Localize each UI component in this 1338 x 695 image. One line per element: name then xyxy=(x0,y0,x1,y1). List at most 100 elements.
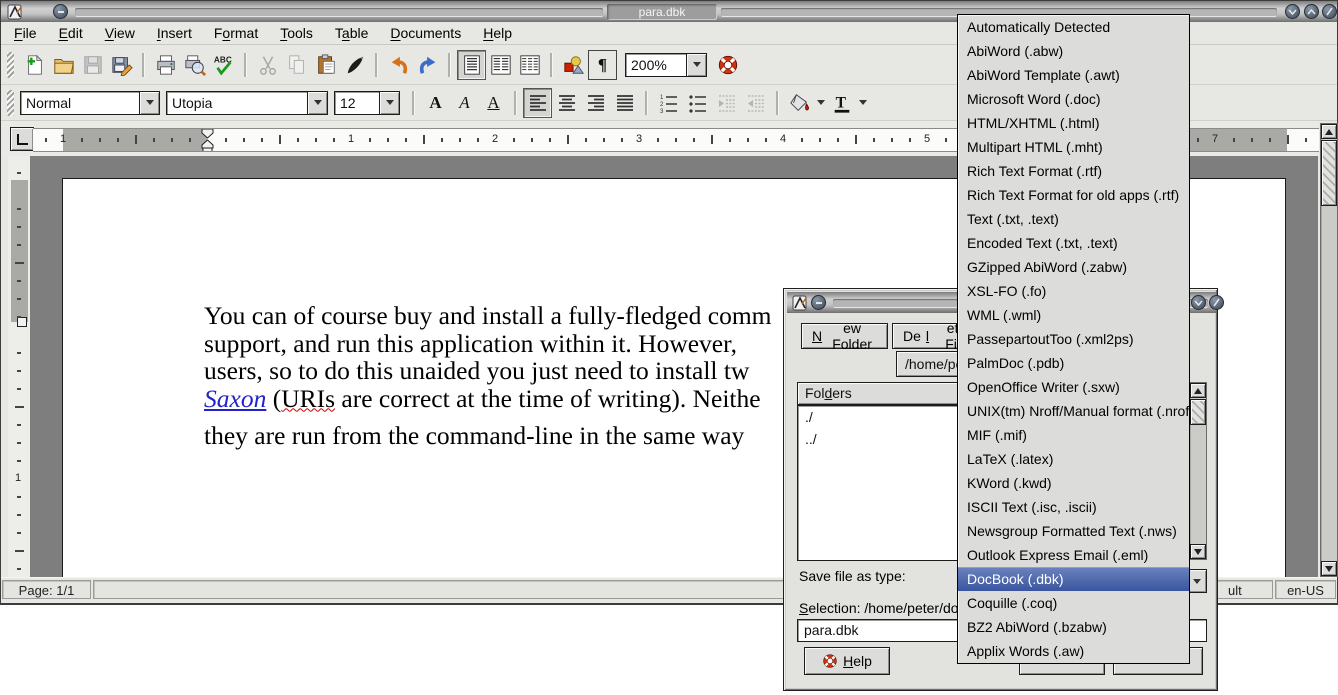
font-size-dropdown-button[interactable] xyxy=(380,91,400,115)
menu-tools[interactable]: Tools xyxy=(269,23,324,43)
format-option[interactable]: Rich Text Format for old apps (.rtf) xyxy=(958,183,1189,207)
format-option[interactable]: AbiWord Template (.awt) xyxy=(958,63,1189,87)
format-option[interactable]: Coquille (.coq) xyxy=(958,591,1189,615)
view-one-column-button[interactable] xyxy=(457,50,486,80)
numbered-list-button[interactable]: 123 xyxy=(654,88,683,118)
save-as-button[interactable] xyxy=(107,50,136,80)
font-dropdown-button[interactable] xyxy=(308,91,328,115)
format-option[interactable]: Text (.txt, .text) xyxy=(958,207,1189,231)
save-button[interactable] xyxy=(78,50,107,80)
format-option[interactable]: Applix Words (.aw) xyxy=(958,639,1189,663)
tab-stop-selector-button[interactable] xyxy=(10,127,34,151)
new-document-button[interactable] xyxy=(20,50,49,80)
format-option[interactable]: Encoded Text (.txt, .text) xyxy=(958,231,1189,255)
format-option[interactable]: Rich Text Format (.rtf) xyxy=(958,159,1189,183)
menu-format[interactable]: Format xyxy=(203,23,269,43)
paste-button[interactable] xyxy=(311,50,340,80)
bulleted-list-button[interactable] xyxy=(683,88,712,118)
format-option[interactable]: XSL-FO (.fo) xyxy=(958,279,1189,303)
zoom-value[interactable]: 200% xyxy=(625,53,687,77)
format-option[interactable]: WML (.wml) xyxy=(958,303,1189,327)
document-scrollbar[interactable] xyxy=(1320,123,1338,577)
scroll-down-button[interactable] xyxy=(1321,561,1337,576)
format-option[interactable]: MIF (.mif) xyxy=(958,423,1189,447)
bold-button[interactable]: A xyxy=(421,88,450,118)
pen-button[interactable] xyxy=(340,50,369,80)
format-option[interactable]: ISCII Text (.isc, .iscii) xyxy=(958,495,1189,519)
show-formatting-marks-button[interactable]: ¶ xyxy=(588,50,617,80)
format-option[interactable]: Newsgroup Formatted Text (.nws) xyxy=(958,519,1189,543)
style-combobox[interactable]: Normal xyxy=(20,91,160,115)
font-color-dropdown-button[interactable] xyxy=(856,90,869,116)
zoom-dropdown-button[interactable] xyxy=(687,53,707,77)
top-margin-marker[interactable] xyxy=(17,317,27,327)
format-option[interactable]: PalmDoc (.pdb) xyxy=(958,351,1189,375)
scroll-down-button[interactable] xyxy=(1190,544,1206,559)
italic-button[interactable]: A xyxy=(450,88,479,118)
insert-shapes-button[interactable] xyxy=(559,50,588,80)
open-button[interactable] xyxy=(49,50,78,80)
style-value[interactable]: Normal xyxy=(20,91,140,115)
cut-button[interactable] xyxy=(253,50,282,80)
format-option[interactable]: LaTeX (.latex) xyxy=(958,447,1189,471)
style-dropdown-button[interactable] xyxy=(140,91,160,115)
minimize-button[interactable] xyxy=(1285,4,1300,19)
decrease-indent-button[interactable] xyxy=(712,88,741,118)
format-option[interactable]: AbiWord (.abw) xyxy=(958,39,1189,63)
underline-button[interactable]: A xyxy=(479,88,508,118)
new-folder-button[interactable]: New Folder xyxy=(801,323,888,349)
format-option[interactable]: Outlook Express Email (.eml) xyxy=(958,543,1189,567)
undo-button[interactable] xyxy=(384,50,413,80)
font-size-combobox[interactable]: 12 xyxy=(334,91,400,115)
format-option[interactable]: UNIX(tm) Nroff/Manual format (.nroff) xyxy=(958,399,1189,423)
copy-button[interactable] xyxy=(282,50,311,80)
menu-insert[interactable]: Insert xyxy=(146,23,203,43)
vertical-ruler[interactable]: 1 xyxy=(8,156,30,577)
format-option[interactable]: DocBook (.dbk) xyxy=(958,567,1189,591)
format-option[interactable]: PassepartoutToo (.xml2ps) xyxy=(958,327,1189,351)
menu-edit[interactable]: Edit xyxy=(48,23,94,43)
increase-indent-button[interactable] xyxy=(741,88,770,118)
align-left-button[interactable] xyxy=(523,88,552,118)
print-button[interactable] xyxy=(151,50,180,80)
fill-color-button[interactable] xyxy=(785,88,814,118)
close-button[interactable] xyxy=(1322,4,1337,19)
indent-markers[interactable] xyxy=(200,128,215,152)
format-option[interactable]: OpenOffice Writer (.sxw) xyxy=(958,375,1189,399)
hyperlink-saxon[interactable]: Saxon xyxy=(204,384,266,413)
menu-file[interactable]: File xyxy=(3,23,48,43)
menu-help[interactable]: Help xyxy=(472,23,523,43)
align-center-button[interactable] xyxy=(552,88,581,118)
scroll-up-button[interactable] xyxy=(1190,383,1206,398)
toolbar-grip[interactable] xyxy=(7,90,14,116)
format-option[interactable]: Microsoft Word (.doc) xyxy=(958,87,1189,111)
format-option[interactable]: Multipart HTML (.mht) xyxy=(958,135,1189,159)
files-list-scrollbar[interactable] xyxy=(1189,382,1207,560)
language-indicator[interactable]: en-US xyxy=(1275,580,1336,599)
dialog-close-button[interactable] xyxy=(1209,295,1224,310)
font-size-value[interactable]: 12 xyxy=(334,91,380,115)
view-three-columns-button[interactable] xyxy=(515,50,544,80)
dialog-minimize-button[interactable] xyxy=(1191,295,1206,310)
format-option[interactable]: Automatically Detected xyxy=(958,15,1189,39)
view-two-columns-button[interactable] xyxy=(486,50,515,80)
spellcheck-button[interactable]: ABC xyxy=(209,50,238,80)
format-option[interactable]: HTML/XHTML (.html) xyxy=(958,111,1189,135)
menu-table[interactable]: Table xyxy=(324,23,379,43)
window-menu-button[interactable] xyxy=(811,295,826,310)
zoom-combobox[interactable]: 200% xyxy=(625,53,707,77)
scroll-up-button[interactable] xyxy=(1321,124,1337,139)
menu-documents[interactable]: Documents xyxy=(379,23,472,43)
file-type-dropdown-button[interactable] xyxy=(1187,569,1207,593)
print-preview-button[interactable] xyxy=(180,50,209,80)
help-button[interactable] xyxy=(713,50,742,80)
format-option[interactable]: KWord (.kwd) xyxy=(958,471,1189,495)
window-menu-button[interactable] xyxy=(53,4,68,19)
format-option[interactable]: GZipped AbiWord (.zabw) xyxy=(958,255,1189,279)
maximize-button[interactable] xyxy=(1304,4,1319,19)
dialog-help-button[interactable]: Help xyxy=(804,647,890,675)
align-right-button[interactable] xyxy=(581,88,610,118)
scrollbar-thumb[interactable] xyxy=(1321,140,1337,206)
scrollbar-thumb[interactable] xyxy=(1190,399,1206,425)
format-option[interactable]: BZ2 AbiWord (.bzabw) xyxy=(958,615,1189,639)
